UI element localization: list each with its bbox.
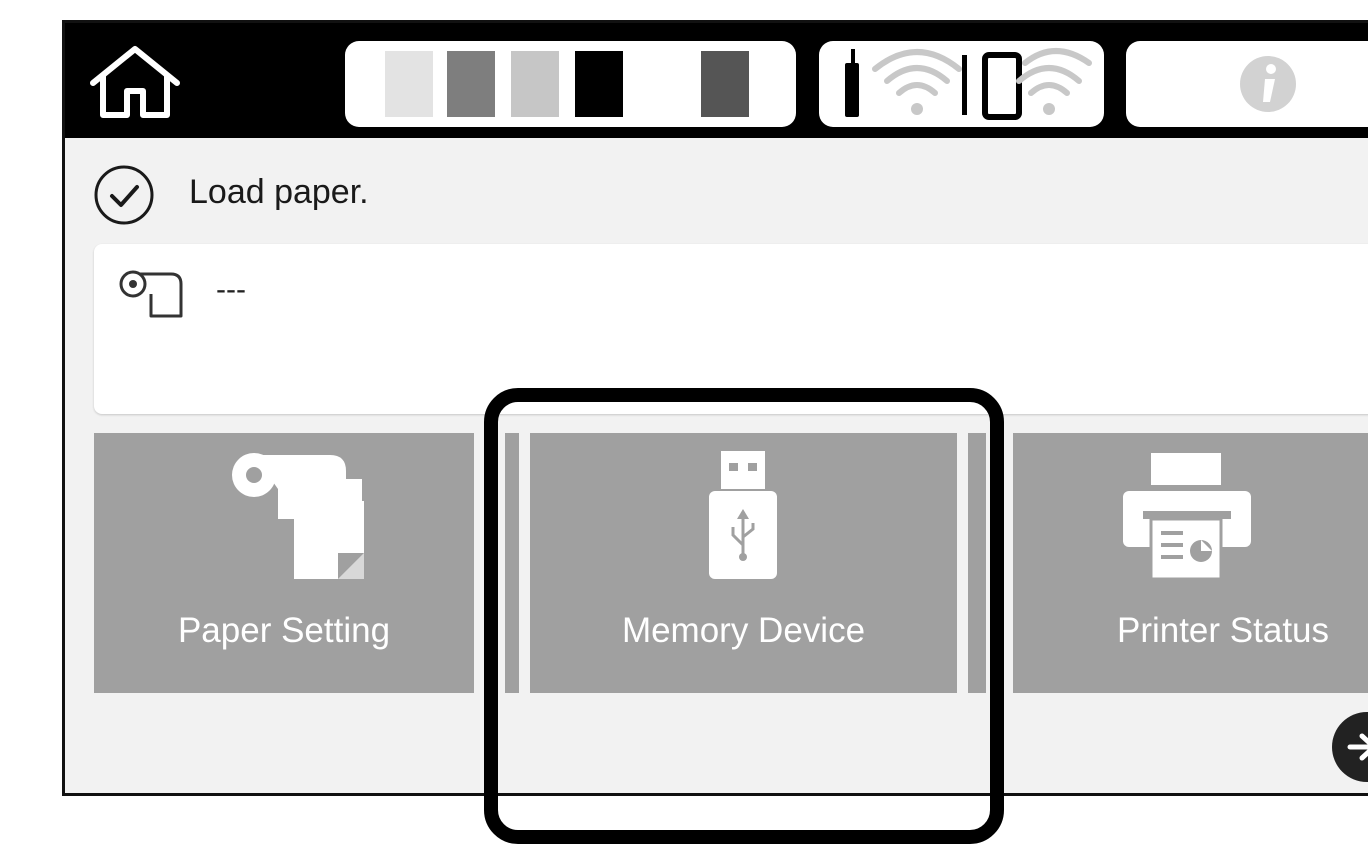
status-row: Load paper. [65,138,1368,238]
manual-illustration: Load paper. --- Paper Setting Memory Dev… [0,0,1368,847]
paper-setting-tile[interactable]: Paper Setting [94,433,474,693]
home-icon [90,46,180,118]
info-icon [1240,56,1296,112]
top-bar [65,23,1368,138]
ink-cartridge [383,49,435,119]
info-button[interactable] [1126,41,1368,127]
roll-paper-icon [119,270,183,318]
paper-setting-label: Paper Setting [177,611,391,650]
status-message: Load paper. [189,173,369,211]
scroll-next-button[interactable] [1332,712,1368,782]
chevron-right-icon [1347,733,1368,761]
wifi-icon [845,49,962,117]
printer-status-label: Printer Status [1116,611,1330,650]
check-circle-icon [94,165,154,225]
ink-cartridge [699,49,751,119]
printer-status-tile[interactable]: Printer Status [1013,433,1368,693]
ink-cartridge [573,49,625,119]
ink-levels-button[interactable] [345,41,796,127]
home-button[interactable] [87,45,183,121]
paper-info-text: --- [216,273,246,306]
ink-cartridge [509,49,561,119]
wifi-direct-icon [982,48,1092,120]
ink-cartridge [445,49,497,119]
printer-icon [1123,453,1251,581]
highlight-frame [484,388,1004,844]
network-status-button[interactable] [819,41,1104,127]
ink-cartridge [637,49,689,119]
network-divider [962,55,967,115]
paper-setting-icon [232,453,364,579]
